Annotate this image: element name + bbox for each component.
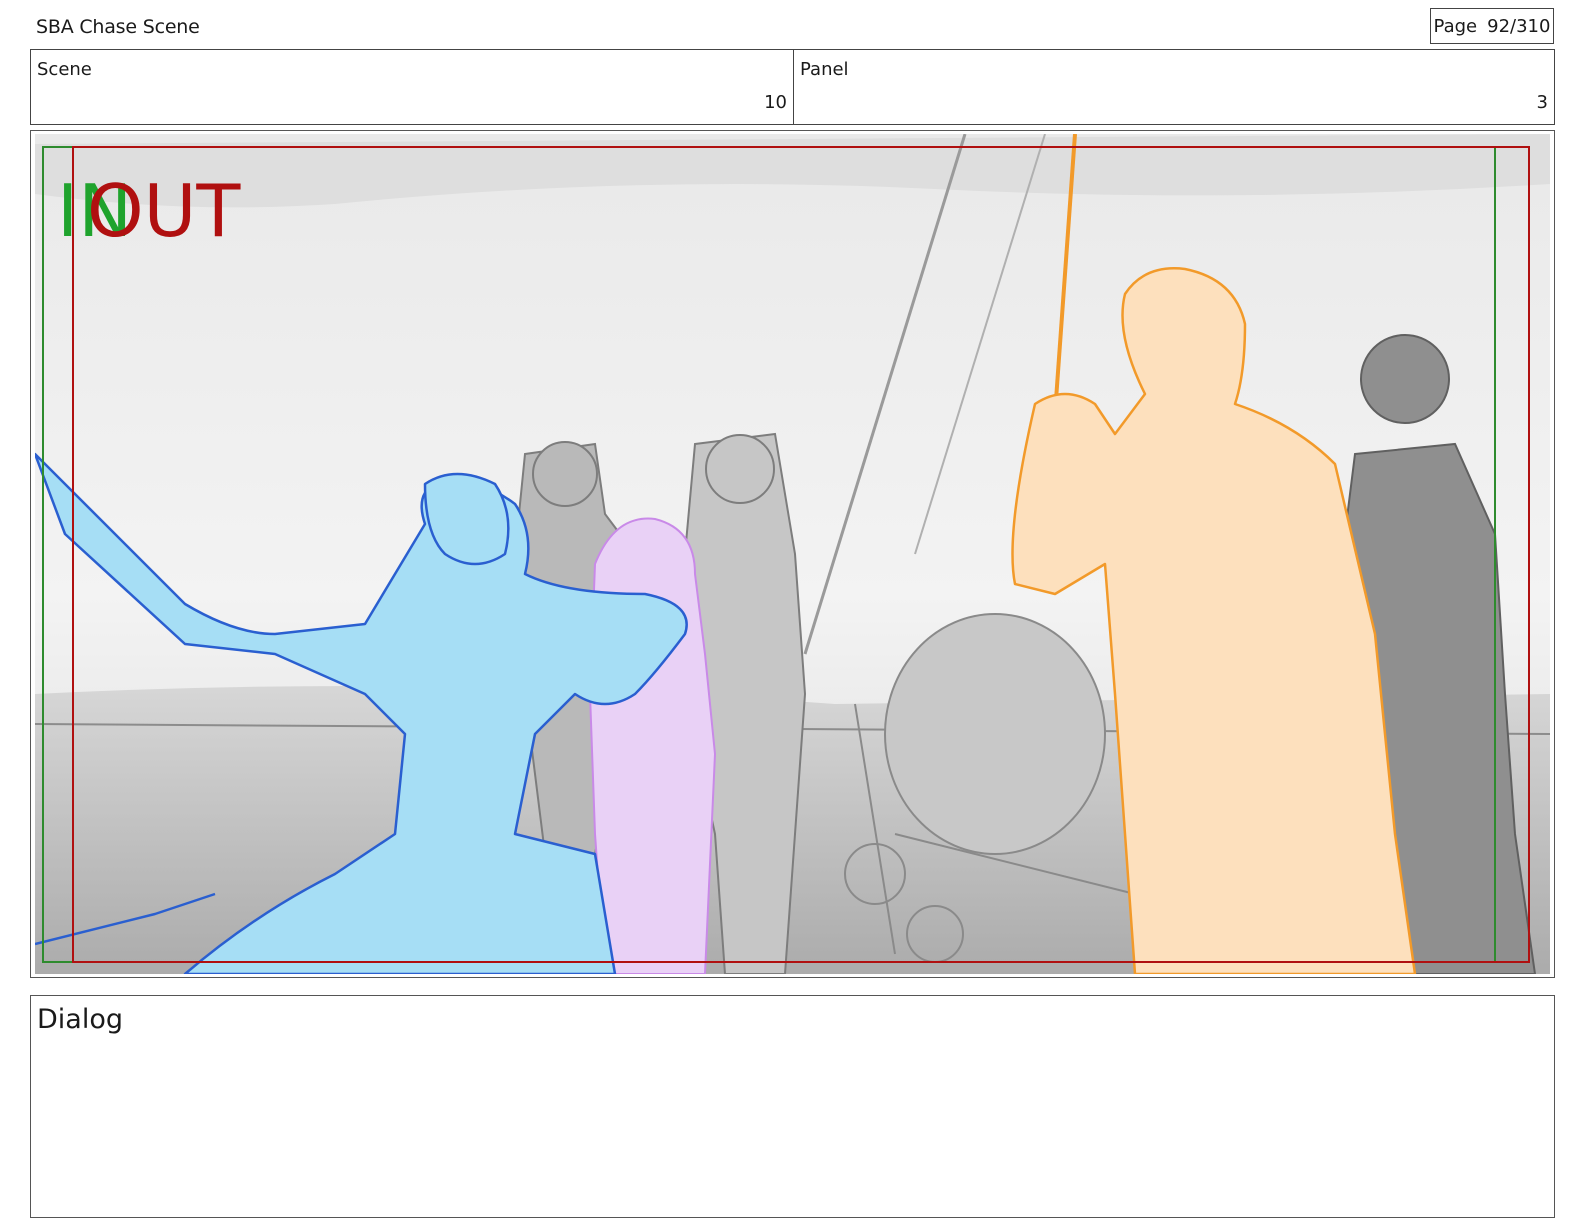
panel-label: Panel — [800, 59, 849, 80]
scene-number: 10 — [764, 92, 787, 113]
page-label: Page — [1433, 15, 1478, 37]
scene-cell: Scene 10 — [31, 50, 794, 124]
dialog-label: Dialog — [37, 1004, 123, 1035]
storyboard-frame: IN OUT — [30, 130, 1555, 978]
scene-label: Scene — [37, 59, 92, 80]
panel-number: 3 — [1536, 92, 1548, 113]
panel-cell: Panel 3 — [794, 50, 1554, 124]
pink-character-sketch — [588, 517, 717, 974]
document-title: SBA Chase Scene — [36, 16, 200, 38]
dialog-box: Dialog — [30, 995, 1555, 1218]
scene-panel-header: Scene 10 Panel 3 — [30, 49, 1555, 125]
page-indicator: Page 92/310 — [1430, 8, 1554, 44]
out-marker: OUT — [87, 169, 241, 253]
storyboard-drawing: IN OUT — [35, 134, 1550, 974]
page-number: 92/310 — [1487, 15, 1551, 37]
